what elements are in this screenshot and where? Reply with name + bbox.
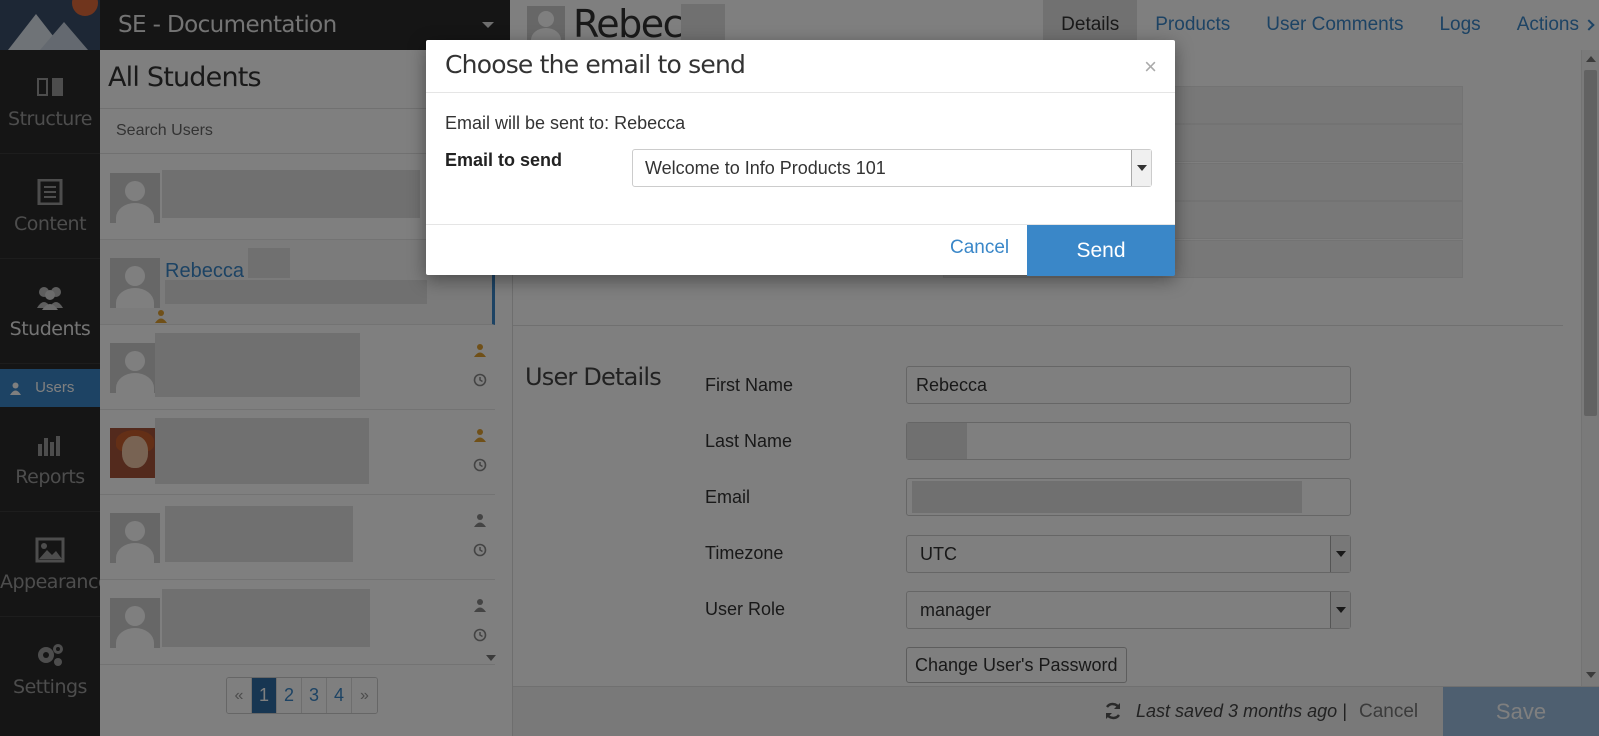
modal-cancel-button[interactable]: Cancel [950, 237, 1009, 259]
modal-footer: Cancel Send [426, 224, 1175, 276]
modal-title: Choose the email to send [445, 50, 746, 79]
choose-email-modal: Choose the email to send × Email will be… [426, 40, 1175, 276]
email-template-value: Welcome to Info Products 101 [645, 158, 886, 178]
email-recipient-text: Email will be sent to: Rebecca [445, 113, 686, 133]
email-select-label: Email to send [445, 150, 563, 170]
send-button[interactable]: Send [1027, 225, 1175, 276]
close-icon[interactable]: × [1144, 54, 1157, 80]
chevron-down-icon [1131, 150, 1151, 186]
modal-header: Choose the email to send × [426, 40, 1175, 93]
email-template-select[interactable]: Welcome to Info Products 101 [632, 149, 1152, 187]
